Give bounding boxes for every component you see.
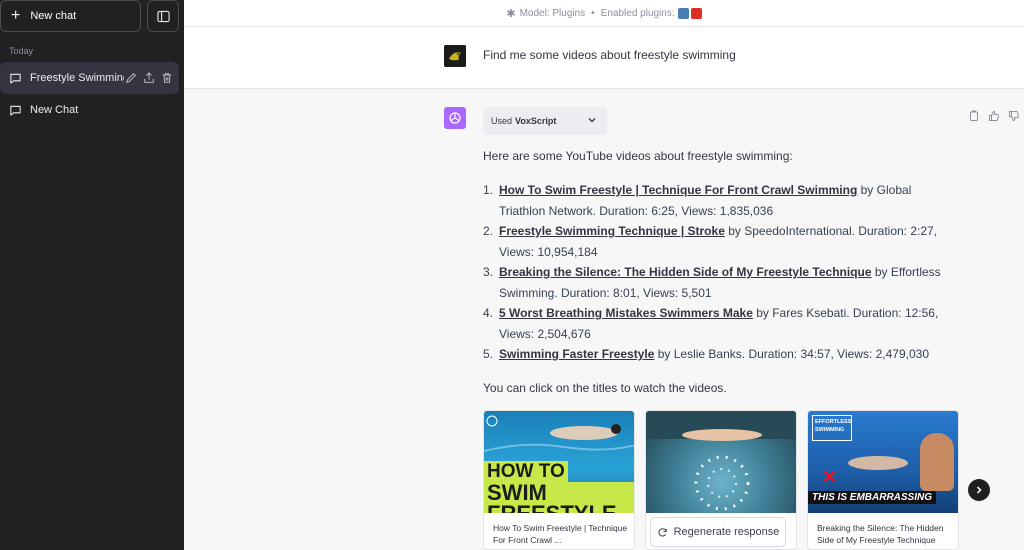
- thumbnail-text-line: HOW TO: [484, 461, 568, 482]
- plus-icon: +: [11, 7, 21, 24]
- plugin-used-prefix: Used: [491, 116, 513, 126]
- plugin-used-dropdown[interactable]: Used VoxScript: [483, 107, 607, 135]
- thumbnail-text: HOW TO SWIM FREESTYLE: [484, 461, 634, 513]
- sidebar-item-label: Freestyle Swimming: [30, 72, 124, 84]
- chat-bubble-icon: [10, 73, 21, 84]
- refresh-icon: [658, 527, 667, 537]
- video-thumbnail: [646, 411, 796, 513]
- list-number: 2.: [483, 224, 494, 238]
- puzzle-icon: ✱: [506, 7, 516, 20]
- video-link[interactable]: How To Swim Freestyle | Technique For Fr…: [499, 183, 857, 197]
- user-message: Find me some videos about freestyle swim…: [483, 48, 736, 62]
- sidebar: + New chat Today Freestyle Swimming New …: [0, 0, 184, 550]
- thumbnail-banner: THIS IS EMBARRASSING: [808, 491, 937, 504]
- sidebar-item-freestyle-swimming[interactable]: Freestyle Swimming: [0, 62, 179, 94]
- list-item: 4. 5 Worst Breathing Mistakes Swimmers Ma…: [483, 303, 953, 344]
- plugin-icon: [690, 7, 702, 19]
- video-link[interactable]: Freestyle Swimming Technique | Stroke: [499, 224, 725, 238]
- sidebar-item-new-chat[interactable]: New Chat: [0, 94, 179, 126]
- share-icon[interactable]: [142, 72, 155, 85]
- user-avatar: [444, 45, 466, 67]
- video-card-title: How To Swim Freestyle | Technique For Fr…: [493, 523, 628, 545]
- x-mark-icon: ✕: [822, 467, 838, 487]
- model-label: Model: Plugins: [519, 7, 586, 19]
- new-chat-button[interactable]: + New chat: [0, 0, 141, 32]
- presenter-image: [920, 433, 954, 491]
- list-number: 3.: [483, 265, 494, 279]
- chevron-down-icon: [588, 118, 596, 123]
- video-link[interactable]: Swimming Faster Freestyle: [499, 347, 654, 361]
- video-card[interactable]: HOW TO SWIM FREESTYLE How To Swim Freest…: [483, 410, 635, 550]
- toggle-sidebar-button[interactable]: [147, 0, 179, 32]
- assistant-avatar: [444, 107, 466, 129]
- video-link[interactable]: Breaking the Silence: The Hidden Side of…: [499, 265, 872, 279]
- thumbnail-text-line: SWIM FREESTYLE: [484, 482, 634, 513]
- model-info-bar: ✱ Model: Plugins • Enabled plugins:: [184, 0, 1024, 27]
- plugin-used-name: VoxScript: [515, 116, 557, 126]
- enabled-plugins-label: Enabled plugins:: [600, 7, 675, 19]
- carousel-next-button[interactable]: [968, 479, 990, 501]
- thumbs-up-icon[interactable]: [988, 110, 1000, 122]
- voxscript-plugin-icon: [677, 7, 689, 19]
- regenerate-label: Regenerate response: [673, 526, 780, 538]
- regenerate-response-button[interactable]: Regenerate response: [650, 517, 786, 547]
- list-number: 4.: [483, 306, 494, 320]
- list-item: 5. Swimming Faster Freestyle by Leslie Ba…: [483, 344, 953, 365]
- section-label-today: Today: [9, 46, 34, 56]
- chat-bubble-icon: [10, 105, 21, 116]
- list-item: 2. Freestyle Swimming Technique | Stroke …: [483, 221, 953, 262]
- new-chat-label: New chat: [30, 10, 77, 22]
- video-list: 1. How To Swim Freestyle | Technique For …: [483, 180, 953, 365]
- list-number: 5.: [483, 347, 494, 361]
- sidebar-toggle-icon: [156, 10, 170, 22]
- video-thumbnail: EFFORTLESS SWIMMING ✕ THIS IS EMBARRASSI…: [808, 411, 958, 513]
- assistant-outro-text: You can click on the titles to watch the…: [483, 381, 727, 395]
- video-link[interactable]: 5 Worst Breathing Mistakes Swimmers Make: [499, 306, 753, 320]
- openai-logo-icon: [449, 112, 461, 124]
- user-message-row: Find me some videos about freestyle swim…: [184, 27, 1024, 89]
- thumbs-down-icon[interactable]: [1008, 110, 1020, 122]
- copy-icon[interactable]: [968, 110, 980, 122]
- video-card-title: Breaking the Silence: The Hidden Side of…: [817, 523, 944, 545]
- list-item: 3. Breaking the Silence: The Hidden Side …: [483, 262, 953, 303]
- video-card[interactable]: EFFORTLESS SWIMMING ✕ THIS IS EMBARRASSI…: [807, 410, 959, 550]
- chevron-right-icon: [976, 486, 982, 494]
- message-actions: [968, 110, 1020, 122]
- assistant-intro-text: Here are some YouTube videos about frees…: [483, 149, 793, 163]
- video-thumbnail: HOW TO SWIM FREESTYLE: [484, 411, 634, 513]
- trash-icon[interactable]: [160, 72, 173, 85]
- video-details: by Leslie Banks. Duration: 34:57, Views:…: [654, 347, 930, 361]
- sidebar-item-label: New Chat: [30, 104, 79, 116]
- edit-icon[interactable]: [124, 72, 137, 85]
- list-number: 1.: [483, 183, 494, 197]
- separator-dot: •: [591, 7, 595, 19]
- list-item: 1. How To Swim Freestyle | Technique For …: [483, 180, 953, 221]
